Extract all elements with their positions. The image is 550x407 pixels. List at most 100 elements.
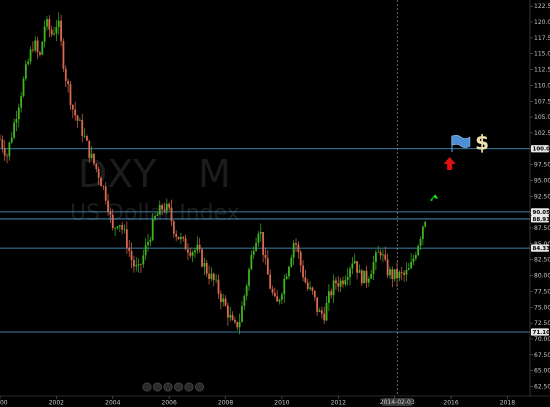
candle-body: [142, 255, 145, 265]
candle-body: [128, 247, 131, 252]
zoom-in-icon[interactable]: [184, 382, 194, 392]
candle-body: [306, 282, 309, 289]
y-tick-label: 102.50: [534, 130, 550, 137]
candle-body: [156, 214, 159, 217]
price-level-label: 90.05: [533, 210, 550, 216]
candle-body: [205, 262, 208, 274]
candle-body: [417, 245, 420, 256]
candle-body: [69, 84, 72, 105]
candle-body: [165, 203, 168, 211]
candle-body: [41, 41, 44, 55]
x-tick-label: 2000: [0, 400, 8, 407]
candle-body: [27, 61, 30, 65]
candle-body: [339, 280, 342, 287]
candle-body: [123, 229, 126, 230]
x-tick-label: 2008: [218, 400, 233, 407]
scroll-right-icon[interactable]: [174, 382, 184, 392]
x-tick-label: 2012: [331, 400, 346, 407]
candle-body: [121, 225, 124, 230]
y-tick-label: 107.50: [534, 98, 550, 105]
candle-body: [407, 268, 410, 270]
reset-icon[interactable]: [163, 382, 173, 392]
candle-body: [130, 251, 133, 261]
candle-body: [1, 139, 4, 149]
candle-body: [360, 270, 363, 284]
candle-body: [198, 244, 201, 250]
candle-body: [62, 41, 65, 69]
candle-body: [231, 315, 234, 320]
candle-body: [137, 264, 140, 266]
y-tick-label: 120.00: [534, 19, 550, 26]
candle-body: [311, 287, 314, 291]
price-level-label: 100.01: [533, 147, 550, 153]
candle-body: [344, 280, 347, 285]
candle-body: [346, 276, 349, 281]
y-tick-label: 97.50: [534, 162, 550, 169]
candle-body: [386, 259, 389, 276]
candle-body: [363, 270, 366, 284]
candle-body: [236, 321, 239, 328]
y-tick-label: 67.50: [534, 352, 550, 359]
candle-body: [111, 214, 114, 229]
candle-body: [36, 40, 39, 53]
candle-body: [323, 313, 326, 321]
candle-body: [405, 269, 408, 275]
candle-body: [330, 291, 333, 296]
dxy-monthly-chart[interactable]: DXY M US Dollar Index $ 122.50 120.00 117.…: [0, 0, 550, 407]
y-tick-label: 115.00: [534, 51, 550, 58]
candle-body: [349, 268, 351, 277]
candle-body: [210, 273, 213, 279]
candle-body: [412, 258, 415, 263]
candle-body: [276, 296, 279, 302]
candle-body: [147, 241, 149, 246]
y-tick-label: 117.50: [534, 35, 550, 42]
chart-settings-icon[interactable]: [195, 382, 205, 392]
candle-body: [370, 273, 373, 279]
candle-body: [154, 216, 156, 220]
candle-body: [13, 122, 15, 138]
candle-body: [182, 236, 185, 239]
candle-body: [196, 244, 199, 251]
chart-root: DXY M US Dollar Index $ 122.50 120.00 117.…: [0, 0, 550, 407]
candle-body: [328, 291, 330, 303]
y-tick-label: 80.00: [534, 273, 550, 280]
candle-body: [109, 211, 112, 215]
candle-body: [241, 306, 243, 323]
candle-body: [22, 78, 25, 97]
candle-body: [304, 277, 307, 283]
candle-body: [377, 252, 380, 253]
candle-body: [71, 104, 74, 110]
candle-body: [379, 252, 382, 256]
candle-body: [273, 292, 276, 297]
candle-body: [29, 49, 32, 62]
candle-body: [133, 260, 135, 267]
y-tick-label: 82.50: [534, 257, 550, 264]
candle-body: [234, 319, 236, 322]
candle-body: [297, 244, 300, 253]
candle-body: [170, 207, 173, 222]
candle-body: [374, 252, 377, 262]
candle-body: [179, 236, 182, 240]
candle-body: [215, 279, 218, 281]
candle-body: [342, 280, 344, 285]
candle-body: [118, 225, 121, 227]
candle-body: [187, 249, 189, 253]
candle-body: [74, 109, 77, 116]
zoom-out-icon[interactable]: [142, 382, 152, 392]
dollar-sign-icon: $: [475, 130, 489, 154]
candle-body: [332, 280, 335, 296]
candle-body: [403, 272, 405, 275]
candle-body: [163, 209, 166, 211]
candle-body: [57, 20, 60, 27]
candle-body: [151, 219, 154, 240]
candle-body: [278, 299, 281, 302]
candle-body: [135, 265, 138, 267]
candle-body: [414, 255, 417, 259]
candle-body: [389, 269, 391, 276]
candle-body: [107, 200, 109, 212]
candle-body: [313, 290, 316, 298]
candle-body: [281, 294, 283, 300]
scroll-left-icon[interactable]: [153, 382, 163, 392]
candle-body: [393, 269, 396, 280]
candle-body: [86, 135, 88, 141]
